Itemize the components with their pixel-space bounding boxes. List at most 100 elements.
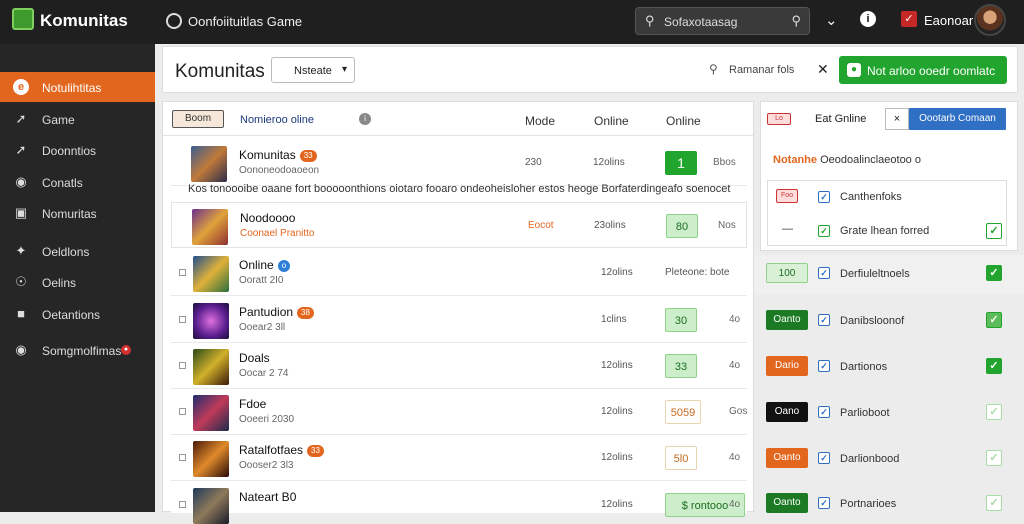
row-extra: 4o — [729, 314, 741, 325]
sidebar-item-oetantions[interactable]: ■ Oetantions — [0, 299, 155, 329]
table-row[interactable]: Noodoooo Coonael Pranitto Eocot 23olins … — [171, 202, 747, 248]
search-submit-icon[interactable]: ⚲ — [791, 13, 801, 29]
tools-icon: ✦ — [15, 243, 27, 258]
gamepad-icon: ◉ — [15, 342, 27, 357]
avatar[interactable] — [974, 4, 1006, 36]
right-row-check[interactable]: ✓ — [986, 450, 1002, 466]
search-input[interactable]: ⚲ Sofaxotaasag ⚲ — [635, 7, 810, 35]
row-extra: 4o — [729, 452, 741, 463]
right-row-chip[interactable]: 100 — [766, 263, 808, 283]
option-checkbox[interactable]: ✓ — [818, 225, 830, 237]
right-row-chip[interactable]: Oano — [766, 402, 808, 422]
column-header-online-2[interactable]: Online — [666, 114, 701, 128]
column-header-mode[interactable]: Mode — [525, 114, 555, 128]
logo-icon[interactable] — [12, 8, 34, 30]
row-title: Pantudion 38 — [239, 305, 314, 319]
row-online: 12olins — [601, 406, 633, 417]
score-badge[interactable]: 33 — [665, 354, 697, 378]
options-box: Foo ✓ Canthenfoks — ✓ Grate lhean forred… — [767, 180, 1007, 246]
row-online: 12olins — [601, 452, 633, 463]
table-row[interactable]: Komunitas 33 Oononeodoaoeon 230 12olins 1… — [171, 140, 747, 186]
table-row[interactable]: Nateart B0 12olins $ rontooo 4o — [171, 482, 747, 524]
sidebar-item-conatls[interactable]: ◉ Conatls — [0, 167, 155, 197]
right-row-checkbox[interactable]: ✓ — [818, 314, 830, 326]
square-icon: ▣ — [14, 205, 28, 220]
table-header: Boom Nomieroo oline i Mode Online Online — [163, 102, 753, 136]
right-row-checkbox[interactable]: ✓ — [818, 360, 830, 372]
row-checkbox[interactable] — [179, 408, 186, 415]
game-thumbnail — [193, 488, 229, 524]
score-badge[interactable]: 30 — [665, 308, 697, 332]
circle-icon: ◉ — [15, 174, 27, 189]
sidebar-item-label: Conatls — [42, 176, 83, 190]
chevron-down-icon[interactable]: ⌄ — [825, 11, 838, 29]
column-header-name[interactable]: Nomieroo oline — [240, 114, 314, 126]
option-label: Canthenfoks — [840, 191, 902, 203]
row-checkbox[interactable] — [179, 501, 186, 508]
score-badge[interactable]: 80 — [666, 214, 698, 238]
info-icon[interactable]: i — [860, 11, 876, 27]
right-row-check[interactable]: ✓ — [986, 404, 1002, 420]
table-row[interactable]: Online o Ooratt 2I0 12olins Pleteone: bot… — [171, 250, 747, 296]
game-thumbnail — [192, 209, 228, 245]
right-row-chip[interactable]: Oanto — [766, 448, 808, 468]
filter-select[interactable]: Nsteate ▾ — [271, 57, 355, 83]
right-row-label: Portnarioes — [840, 498, 897, 510]
right-row-checkbox[interactable]: ✓ — [818, 406, 830, 418]
table-row[interactable]: Pantudion 38 Ooear2 3ll 1clins 30 4o — [171, 297, 747, 343]
column-header-online[interactable]: Online — [594, 114, 629, 128]
sidebar-item-oelins[interactable]: ☉ Oelins — [0, 267, 155, 297]
sidebar-item-label: Oetantions — [42, 308, 101, 322]
right-row-check[interactable]: ✓ — [986, 495, 1002, 511]
row-online: 12olins — [601, 267, 633, 278]
row-checkbox[interactable] — [179, 362, 186, 369]
primary-action-button[interactable]: ● Not arloo ooedr oomlatc — [839, 56, 1007, 84]
table-row[interactable]: Fdoe Ooeeri 2030 12olins 5059 Gos — [171, 389, 747, 435]
sidebar: e Notulihtitas ➚ Game ➚ Doonntios ◉ Conatls … — [0, 44, 155, 512]
user-name[interactable]: Eaonoar — [924, 13, 973, 28]
right-row-chip[interactable]: Oanto — [766, 310, 808, 330]
table-row[interactable]: Doals Oocar 2 74 12olins 33 4o — [171, 343, 747, 389]
panel-action-button[interactable]: Oootarb Comaan — [909, 108, 1006, 130]
right-row-chip[interactable]: Oanto — [766, 493, 808, 513]
row-subtitle: Oocar 2 74 — [239, 368, 289, 379]
sidebar-item-doonntios[interactable]: ➚ Doonntios — [0, 135, 155, 165]
score-badge[interactable]: 1 — [665, 151, 697, 175]
right-row-check[interactable]: ✓ — [986, 358, 1002, 374]
row-checkbox[interactable] — [179, 316, 186, 323]
right-row-chip[interactable]: Dario — [766, 356, 808, 376]
score-badge[interactable]: 5l0 — [665, 446, 697, 470]
row-checkbox[interactable] — [179, 269, 186, 276]
notification-icon[interactable]: ✓ — [901, 11, 917, 27]
right-row-checkbox[interactable]: ✓ — [818, 452, 830, 464]
community-table: Boom Nomieroo oline i Mode Online Online… — [162, 101, 754, 524]
game-switcher[interactable]: Oonfoiituitlas Game — [166, 13, 302, 29]
row-subtitle: Ooratt 2I0 — [239, 275, 284, 286]
sidebar-item-notulihtitas[interactable]: e Notulihtitas — [0, 72, 155, 102]
top-bar: Komunitas Oonfoiituitlas Game ⚲ Sofaxota… — [0, 0, 1024, 44]
right-row-checkbox[interactable]: ✓ — [818, 497, 830, 509]
confirm-checkbox[interactable]: ✓ — [986, 223, 1002, 239]
app-logo-text[interactable]: Komunitas — [40, 11, 128, 31]
sidebar-item-nomuritas[interactable]: ▣ Nomuritas — [0, 198, 155, 228]
option-checkbox[interactable]: ✓ — [818, 191, 830, 203]
count-badge: 33 — [307, 445, 324, 457]
row-checkbox[interactable] — [179, 454, 186, 461]
filter-chip[interactable]: Boom — [172, 110, 224, 128]
count-badge: 38 — [297, 307, 314, 319]
right-row-check[interactable]: ✓ — [986, 265, 1002, 281]
sidebar-item-somgmolfimas[interactable]: ◉ Somgmolfimas ● — [0, 335, 155, 365]
right-row-check[interactable]: ✓ — [986, 312, 1002, 328]
status-badge: o — [277, 260, 291, 272]
close-icon[interactable]: ✕ — [817, 61, 829, 78]
close-button[interactable]: × — [885, 108, 909, 130]
right-row-label: Derfiuleltnoels — [840, 268, 910, 280]
sidebar-item-oeldlons[interactable]: ✦ Oeldlons — [0, 236, 155, 266]
table-row[interactable]: Ratalfotfaes 33 Oooser2 3l3 12olins 5l0 4… — [171, 435, 747, 481]
right-row-checkbox[interactable]: ✓ — [818, 267, 830, 279]
score-badge[interactable]: 5059 — [665, 400, 701, 424]
row-title: Nateart B0 — [239, 490, 297, 504]
sidebar-item-label: Doonntios — [42, 144, 97, 158]
info-icon[interactable]: i — [359, 113, 371, 125]
sidebar-item-game[interactable]: ➚ Game — [0, 104, 155, 134]
